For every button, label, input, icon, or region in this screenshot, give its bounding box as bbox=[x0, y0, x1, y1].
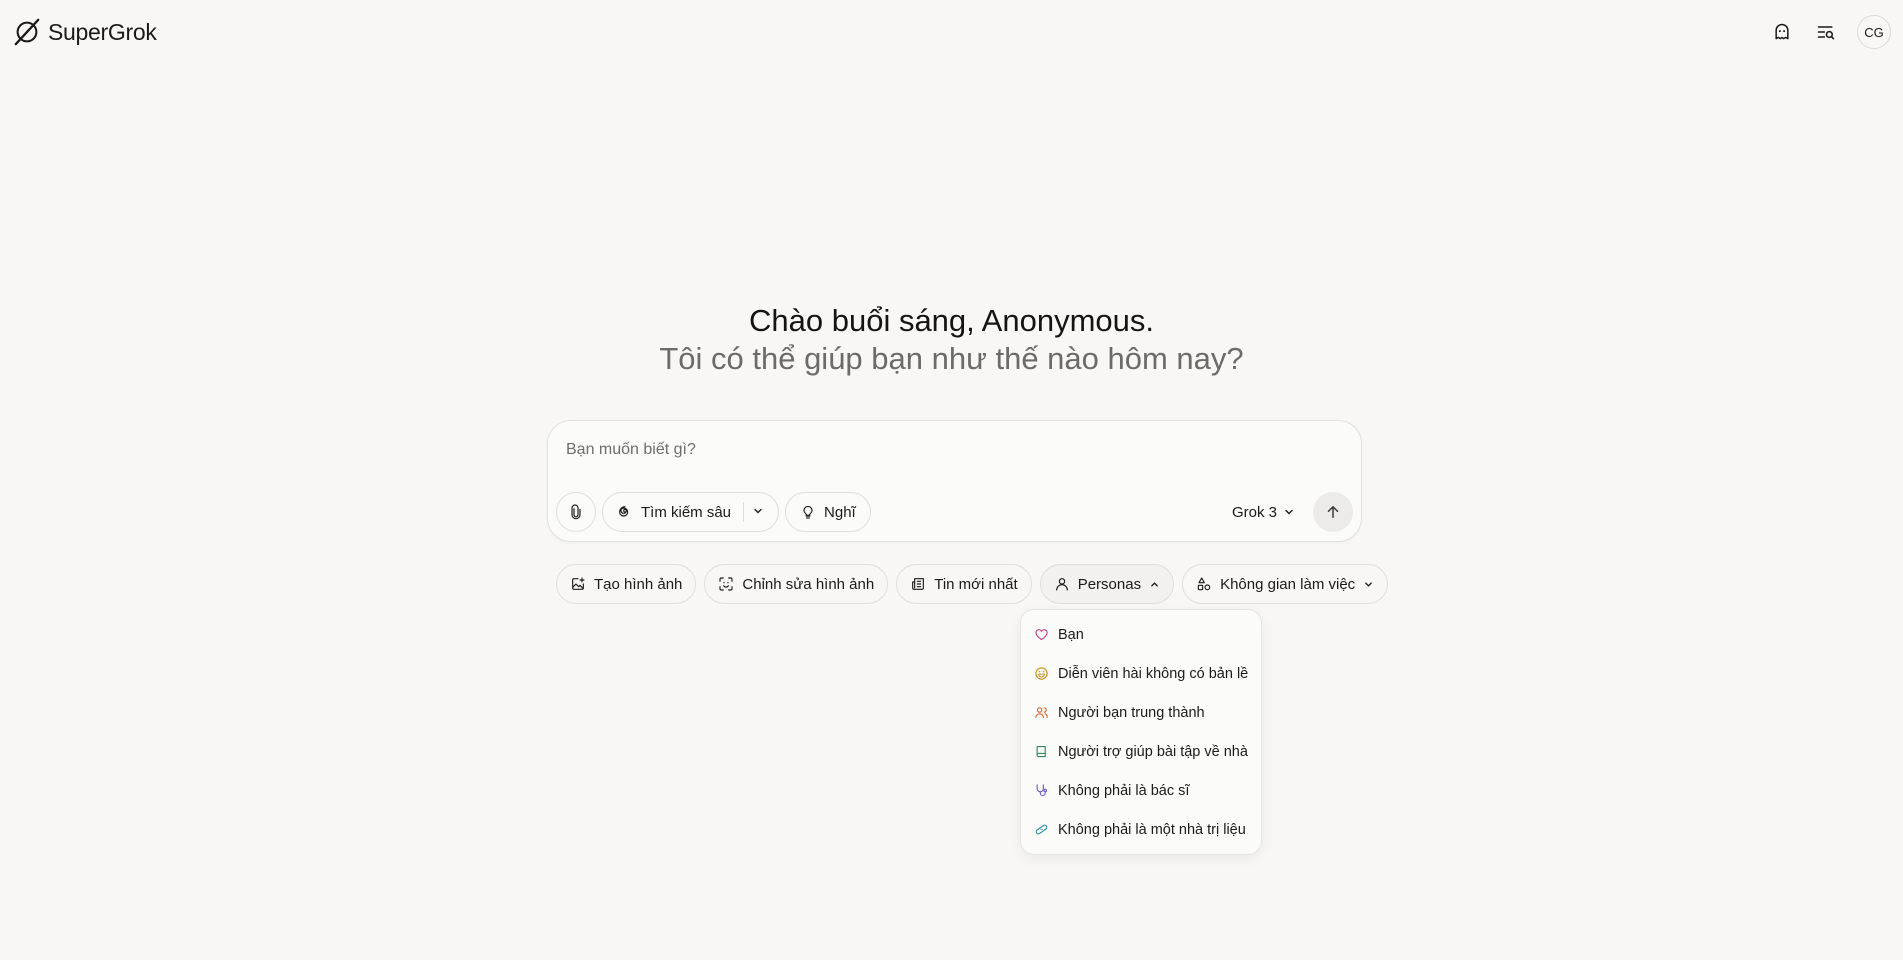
model-label: Grok 3 bbox=[1231, 503, 1277, 521]
persona-item-comedian[interactable]: Diễn viên hài không có bản lề bbox=[1021, 654, 1261, 693]
persona-item-not-doctor[interactable]: Không phải là bác sĩ bbox=[1021, 771, 1261, 810]
avatar[interactable]: CG bbox=[1857, 15, 1891, 49]
brand-name: SuperGrok bbox=[48, 18, 157, 45]
top-bar: SuperGrok CG bbox=[0, 0, 1903, 64]
latest-news-chip[interactable]: Tin mới nhất bbox=[896, 564, 1032, 604]
edit-image-chip[interactable]: Chỉnh sửa hình ảnh bbox=[704, 564, 889, 604]
attach-button[interactable] bbox=[556, 492, 596, 532]
history-search-icon bbox=[1817, 26, 1835, 40]
arrow-up-icon bbox=[1327, 506, 1339, 518]
grok-logo-icon bbox=[14, 18, 40, 46]
stethoscope-icon bbox=[1036, 784, 1048, 797]
laugh-face-icon bbox=[1035, 667, 1048, 680]
chat-input[interactable] bbox=[566, 441, 1326, 459]
personas-chip[interactable]: Personas bbox=[1039, 564, 1175, 604]
book-icon bbox=[1036, 745, 1046, 758]
chevron-down-icon bbox=[1285, 509, 1293, 515]
deep-search-button[interactable]: Tìm kiếm sâu bbox=[602, 492, 780, 532]
chevron-up-icon bbox=[1151, 581, 1158, 587]
chat-composer: Tìm kiếm sâu Nghĩ Grok 3 bbox=[547, 420, 1362, 542]
persona-item-not-therapist[interactable]: Không phải là một nhà trị liệu bbox=[1021, 810, 1261, 849]
deep-search-label: Tìm kiếm sâu bbox=[641, 503, 732, 521]
private-chat-button[interactable] bbox=[1765, 15, 1799, 49]
personas-menu: Bạn Diễn viên hài không có bản lề Người … bbox=[1020, 609, 1262, 855]
create-image-chip[interactable]: Tạo hình ảnh bbox=[556, 564, 697, 604]
deep-search-icon bbox=[619, 506, 629, 517]
newspaper-icon bbox=[912, 578, 925, 590]
shapes-icon bbox=[1197, 577, 1211, 591]
greeting-subtitle: Tôi có thể giúp bạn như thế nào hôm nay? bbox=[659, 341, 1244, 376]
image-plus-icon bbox=[572, 577, 585, 590]
scan-face-icon bbox=[719, 577, 733, 591]
history-button[interactable] bbox=[1809, 15, 1843, 49]
person-icon bbox=[1055, 578, 1068, 591]
deep-search-options[interactable] bbox=[752, 504, 764, 521]
bandage-icon bbox=[1035, 824, 1048, 835]
think-label: Nghĩ bbox=[824, 503, 856, 521]
chevron-down-icon bbox=[754, 508, 762, 513]
think-button[interactable]: Nghĩ bbox=[785, 492, 871, 532]
paperclip-icon bbox=[571, 504, 581, 520]
send-button[interactable] bbox=[1313, 492, 1353, 532]
workspace-chip[interactable]: Không gian làm việc bbox=[1182, 564, 1389, 604]
persona-item-ban[interactable]: Bạn bbox=[1021, 615, 1261, 654]
brand-logo[interactable]: SuperGrok bbox=[12, 17, 157, 47]
heart-icon bbox=[1035, 629, 1048, 641]
persona-item-loyal-friend[interactable]: Người bạn trung thành bbox=[1021, 693, 1261, 732]
persona-item-homework-helper[interactable]: Người trợ giúp bài tập về nhà bbox=[1021, 732, 1261, 771]
model-selector[interactable]: Grok 3 bbox=[1232, 504, 1295, 521]
ghost-icon bbox=[1775, 23, 1789, 40]
chevron-down-icon bbox=[1365, 581, 1373, 587]
suggestion-chips: Tạo hình ảnh Chỉnh sửa hình ảnh Tin mới … bbox=[556, 564, 1389, 604]
greeting-title: Chào buổi sáng, Anonymous. bbox=[749, 303, 1154, 338]
lightbulb-icon bbox=[803, 505, 813, 519]
greeting: Chào buổi sáng, Anonymous. Tôi có thể gi… bbox=[0, 302, 1903, 378]
users-icon bbox=[1035, 707, 1048, 719]
